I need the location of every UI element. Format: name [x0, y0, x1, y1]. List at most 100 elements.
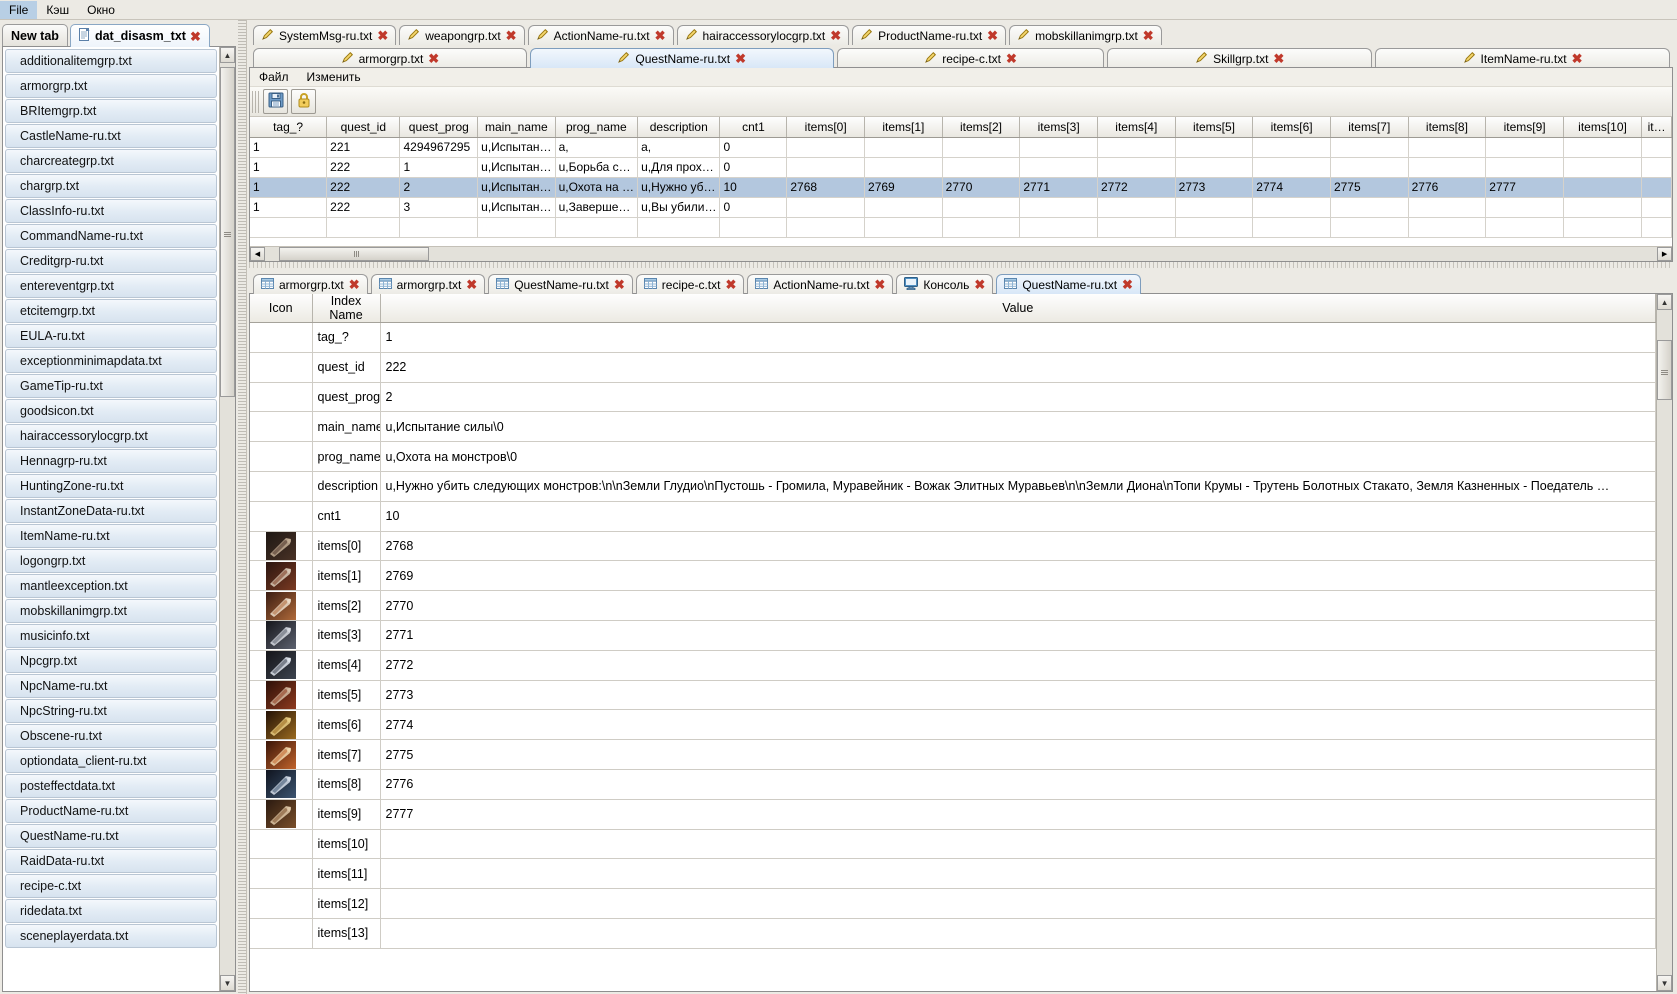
grid-cell[interactable] — [1641, 157, 1673, 178]
grid-cell[interactable] — [864, 157, 943, 178]
detail-value[interactable]: 2 — [380, 382, 1657, 413]
detail-row[interactable]: prog_name u,Охота на монстров\0 — [250, 441, 1657, 472]
close-icon[interactable]: ✖ — [377, 29, 388, 42]
detail-value[interactable]: u,Охота на монстров\0 — [380, 441, 1657, 472]
grid-cell[interactable] — [786, 217, 866, 238]
file-list-item[interactable]: etcitemgrp.txt — [5, 299, 217, 323]
file-list-item[interactable]: entereventgrp.txt — [5, 274, 217, 298]
file-list-item[interactable]: InstantZoneData-ru.txt — [5, 499, 217, 523]
panel-splitter-vertical[interactable] — [238, 20, 246, 994]
file-list-item[interactable]: goodsicon.txt — [5, 399, 217, 423]
grid-cell[interactable]: 0 — [719, 137, 788, 158]
detail-value[interactable]: u,Испытание силы\0 — [380, 411, 1657, 443]
grid-cell[interactable] — [399, 217, 479, 238]
file-list-item[interactable]: Creditgrp-ru.txt — [5, 249, 217, 273]
close-icon[interactable]: ✖ — [1273, 52, 1284, 65]
save-button[interactable] — [263, 89, 288, 114]
grid-cell[interactable] — [250, 217, 328, 238]
scroll-down-icon[interactable]: ▼ — [220, 975, 235, 991]
detail-row[interactable]: quest_prog 2 — [250, 382, 1657, 413]
grid-cell[interactable]: 2 — [399, 177, 479, 198]
grid-column-header[interactable]: items[1] — [864, 117, 943, 138]
detail-row[interactable]: tag_? 1 — [250, 322, 1657, 353]
file-list-item[interactable]: hairaccessorylocgrp.txt — [5, 424, 217, 448]
detail-value[interactable]: 222 — [380, 352, 1657, 383]
file-list-item[interactable]: NpcName-ru.txt — [5, 674, 217, 698]
grid-cell[interactable]: u,Вы убили… — [637, 197, 721, 218]
grid-row[interactable]: 1 222 1 u,Испытан… u,Борьба с… u,Для прох… 0 — [250, 157, 1673, 178]
grid-cell[interactable] — [1408, 137, 1487, 158]
grid-cell[interactable] — [786, 157, 866, 178]
grid-cell[interactable] — [1563, 157, 1643, 178]
grid-cell[interactable] — [1330, 217, 1409, 238]
grid-cell[interactable]: 2772 — [1097, 177, 1176, 198]
detail-column-header[interactable]: Icon — [250, 294, 313, 323]
grid-cell[interactable] — [942, 137, 1021, 158]
scroll-up-icon[interactable]: ▲ — [220, 47, 235, 63]
detail-tab-armorgrp-txt[interactable]: armorgrp.txt ✖ — [370, 274, 486, 294]
grid-cell[interactable]: u,Испытан… — [477, 197, 556, 218]
grid-cell[interactable]: 2770 — [942, 177, 1021, 198]
grid-scroll-area[interactable]: tag_? quest_id quest_prog main_name prog_nam… — [250, 117, 1673, 246]
grid-cell[interactable]: 2774 — [1252, 177, 1331, 198]
detail-value[interactable]: 2777 — [380, 799, 1657, 830]
close-icon[interactable]: ✖ — [349, 278, 360, 291]
detail-scroll-down-icon[interactable]: ▼ — [1657, 975, 1673, 991]
file-list-scrollbar[interactable]: ▲ ▼ — [219, 47, 235, 991]
grid-column-header[interactable]: items[4] — [1097, 117, 1176, 138]
hscroll-thumb[interactable] — [279, 247, 429, 261]
grid-column-header[interactable]: tag_? — [250, 117, 328, 138]
scroll-track[interactable] — [220, 63, 235, 975]
editor-tab-questname-ru-txt[interactable]: QuestName-ru.txt ✖ — [529, 48, 834, 68]
close-icon[interactable]: ✖ — [614, 278, 625, 291]
grid-cell[interactable] — [1641, 217, 1673, 238]
editor-tab-weapongrp-txt[interactable]: weapongrp.txt ✖ — [399, 25, 525, 45]
grid-cell[interactable]: 2773 — [1175, 177, 1254, 198]
hscroll-track[interactable] — [265, 247, 1658, 261]
close-icon[interactable]: ✖ — [987, 29, 998, 42]
grid-cell[interactable]: 1 — [250, 157, 328, 178]
grid-cell[interactable]: u,Охота на … — [555, 177, 639, 198]
file-list-item[interactable]: Npcgrp.txt — [5, 649, 217, 673]
file-list-item[interactable]: Obscene-ru.txt — [5, 724, 217, 748]
grid-cell[interactable]: 2777 — [1485, 177, 1564, 198]
file-list-item[interactable]: armorgrp.txt — [5, 74, 217, 98]
grid-cell[interactable]: 0 — [719, 197, 788, 218]
grid-cell[interactable] — [942, 217, 1021, 238]
grid-column-header[interactable]: items[7] — [1330, 117, 1409, 138]
grid-cell[interactable] — [1252, 217, 1331, 238]
detail-value[interactable]: 2768 — [380, 531, 1657, 562]
detail-row[interactable]: quest_id 222 — [250, 352, 1657, 383]
grid-cell[interactable] — [1408, 197, 1487, 218]
close-icon[interactable]: ✖ — [735, 52, 746, 65]
close-icon[interactable]: ✖ — [1006, 52, 1017, 65]
file-list-item[interactable]: chargrp.txt — [5, 174, 217, 198]
grid-cell[interactable]: 3 — [399, 197, 479, 218]
grid-cell[interactable]: 2776 — [1408, 177, 1487, 198]
detail-value[interactable]: 2770 — [380, 590, 1657, 621]
grid-cell[interactable] — [786, 197, 866, 218]
detail-value[interactable]: 1 — [380, 322, 1657, 353]
grid-cell[interactable]: 2768 — [786, 177, 866, 198]
grid-cell[interactable] — [786, 137, 866, 158]
grid-cell[interactable]: 1 — [250, 137, 328, 158]
close-icon[interactable]: ✖ — [1122, 278, 1133, 291]
detail-value[interactable]: 2774 — [380, 709, 1657, 741]
close-icon[interactable]: ✖ — [974, 278, 985, 291]
grid-cell[interactable] — [1641, 137, 1673, 158]
grid-cell[interactable]: 10 — [719, 177, 788, 198]
detail-tab-recipe-c-txt[interactable]: recipe-c.txt ✖ — [635, 274, 745, 294]
close-icon[interactable]: ✖ — [428, 52, 439, 65]
grid-cell[interactable]: 222 — [326, 197, 401, 218]
file-list-item[interactable]: logongrp.txt — [5, 549, 217, 573]
grid-column-header[interactable]: prog_name — [555, 117, 639, 138]
detail-row[interactable]: description u,Нужно убить следующих монст… — [250, 471, 1657, 502]
grid-cell[interactable]: u,Испытан… — [477, 157, 556, 178]
detail-value[interactable] — [380, 858, 1657, 890]
editor-menu-edit[interactable]: Изменить — [298, 69, 370, 85]
detail-column-header[interactable]: Index Name — [312, 294, 381, 323]
grid-cell[interactable] — [1408, 157, 1487, 178]
record-detail-table[interactable]: Icon Index Name Value tag_? 1 quest_id 222 ques… — [250, 294, 1657, 949]
detail-value[interactable] — [380, 918, 1657, 949]
file-list-item[interactable]: CastleName-ru.txt — [5, 124, 217, 148]
